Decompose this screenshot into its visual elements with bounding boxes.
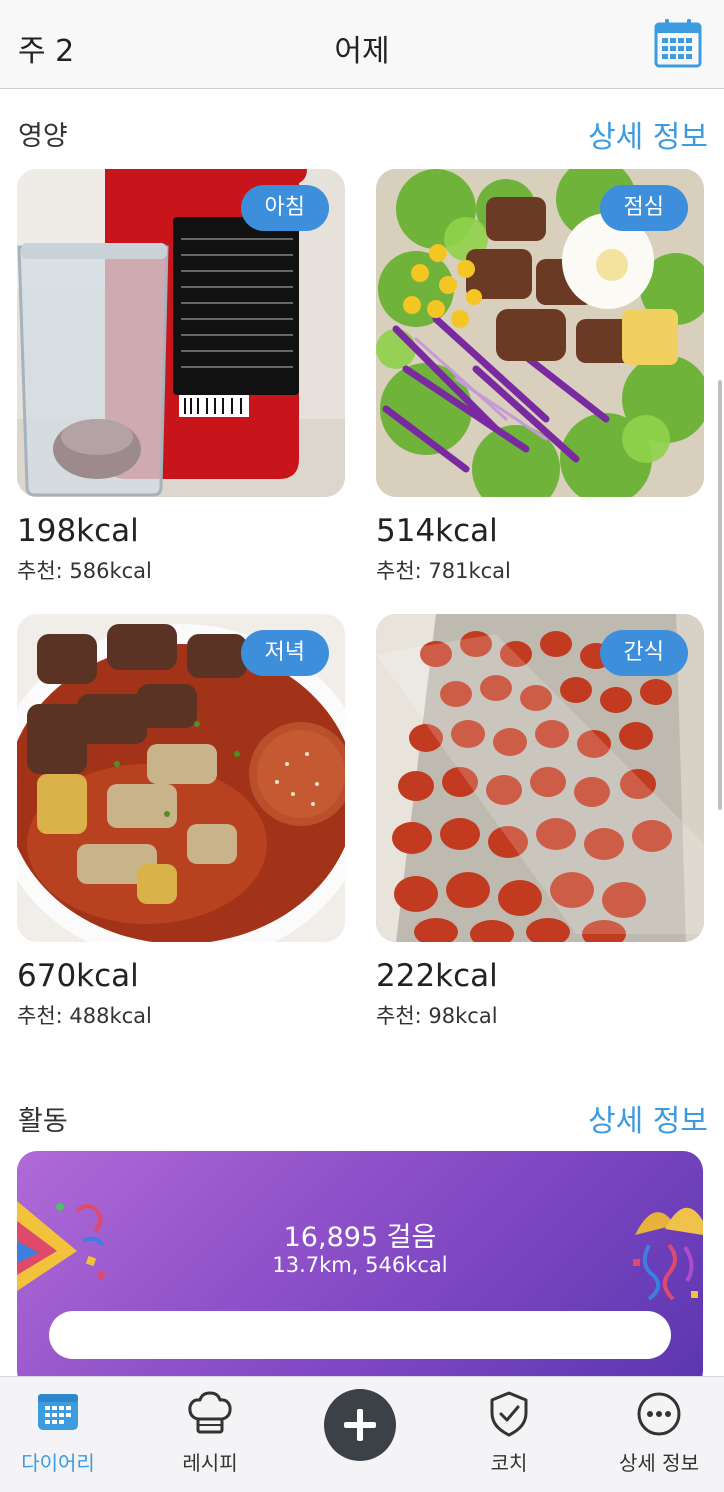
more-icon [636, 1391, 682, 1441]
tab-label: 상세 정보 [619, 1451, 699, 1475]
meal-recommended: 추천: 781kcal [376, 559, 511, 583]
meal-badge-dinner: 저녁 [240, 630, 329, 676]
tab-label: 다이어리 [21, 1451, 95, 1475]
activity-details-link[interactable]: 상세 정보 [588, 1096, 708, 1140]
scrollbar[interactable] [718, 380, 722, 810]
meal-badge-snack: 간식 [599, 630, 688, 676]
add-button[interactable] [324, 1389, 396, 1461]
meal-card-breakfast[interactable]: 아침 198kcal 추천: 586kcal [17, 169, 345, 583]
nutrition-title: 영양 [18, 121, 68, 152]
tab-more[interactable]: 상세 정보 [589, 1377, 724, 1492]
meal-badge-lunch: 점심 [599, 185, 688, 231]
nutrition-details-link[interactable]: 상세 정보 [588, 112, 708, 156]
page-title: 어제 [334, 34, 390, 69]
activity-title: 활동 [18, 1106, 68, 1137]
meal-card-dinner[interactable]: 저녁 670kcal 추천: 488kcal [17, 614, 345, 1028]
calendar-icon[interactable] [654, 18, 702, 68]
meal-recommended: 추천: 586kcal [17, 559, 152, 583]
tab-recipe[interactable]: 레시피 [140, 1377, 280, 1492]
meal-recommended: 추천: 98kcal [376, 1004, 498, 1028]
week-label[interactable]: 주 2 [18, 26, 74, 70]
steps-count: 16,895 걸음 [283, 1222, 437, 1253]
top-bar: 주 2 어제 [0, 0, 724, 89]
plus-icon [324, 1389, 396, 1461]
activity-card[interactable]: 16,895 걸음 13.7km, 546kcal [17, 1151, 703, 1391]
dinner-photo[interactable]: 저녁 [17, 614, 345, 942]
snack-photo[interactable]: 간식 [376, 614, 704, 942]
chef-hat-icon [187, 1391, 233, 1439]
steps-progress-bar [49, 1311, 671, 1359]
tab-coach[interactable]: 코치 [439, 1377, 579, 1492]
lunch-photo[interactable]: 점심 [376, 169, 704, 497]
calendar-icon [37, 1391, 79, 1435]
tab-label: 코치 [490, 1451, 528, 1475]
meal-kcal: 514kcal [376, 513, 498, 549]
meal-kcal: 198kcal [17, 513, 139, 549]
meal-card-snack[interactable]: 간식 222kcal 추천: 98kcal [376, 614, 704, 1028]
shield-check-icon [488, 1391, 530, 1441]
tab-label: 레시피 [182, 1451, 238, 1475]
activity-summary: 13.7km, 546kcal [272, 1253, 448, 1277]
tab-diary[interactable]: 다이어리 [0, 1377, 128, 1492]
meal-badge-breakfast: 아침 [240, 185, 329, 231]
breakfast-photo[interactable]: 아침 [17, 169, 345, 497]
meal-kcal: 670kcal [17, 958, 139, 994]
meal-recommended: 추천: 488kcal [17, 1004, 152, 1028]
meal-kcal: 222kcal [376, 958, 498, 994]
tab-bar: 다이어리 레시피 코치 상세 정보 [0, 1376, 724, 1492]
meal-card-lunch[interactable]: 점심 514kcal 추천: 781kcal [376, 169, 704, 583]
